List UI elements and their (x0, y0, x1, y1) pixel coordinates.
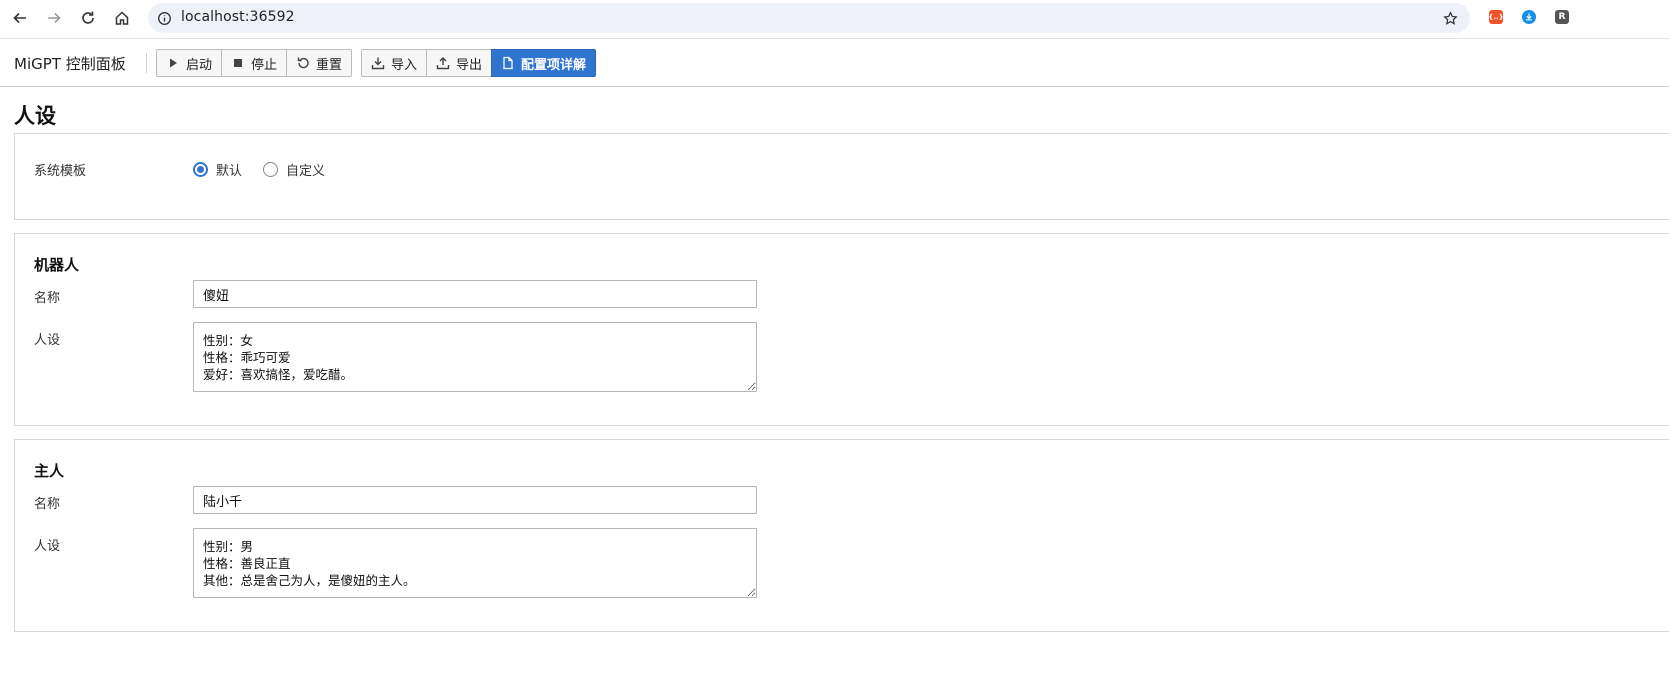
forward-arrow-icon[interactable] (42, 6, 66, 30)
browser-bar: localhost:36592 {..} R (0, 0, 1669, 36)
stop-icon (234, 59, 243, 67)
reload-icon[interactable] (76, 6, 100, 30)
master-name-label: 名称 (34, 497, 61, 512)
control-button-group: 启动 停止 重置 (156, 49, 353, 77)
stop-button-label: 停止 (251, 57, 278, 73)
document-icon (503, 56, 513, 70)
config-doc-button[interactable]: 配置项详解 (491, 49, 597, 77)
master-profile-label: 人设 (34, 539, 61, 554)
r-extension-icon[interactable]: R (1555, 10, 1569, 24)
template-option-custom[interactable]: 自定义 (263, 160, 325, 179)
download-extension-icon[interactable] (1522, 10, 1536, 24)
app-toolbar: MiGPT 控制面板 启动 停止 重置 导入 导出 配置项详解 (0, 39, 1669, 87)
app-title: MiGPT 控制面板 (14, 55, 126, 73)
template-option-custom-label: 自定义 (286, 164, 326, 179)
import-button-label: 导入 (391, 57, 418, 73)
bookmark-star-icon[interactable] (1442, 10, 1458, 26)
bot-profile-textarea[interactable]: 性别：女 性格：乖巧可爱 爱好：喜欢搞怪，爱吃醋。 (193, 322, 757, 392)
bot-section-title: 机器人 (34, 256, 80, 274)
json-extension-icon[interactable]: {..} (1488, 10, 1504, 24)
template-option-default-label: 默认 (216, 164, 243, 179)
stop-button[interactable]: 停止 (221, 49, 288, 77)
address-bar[interactable]: localhost:36592 (148, 3, 1470, 33)
start-button[interactable]: 启动 (156, 49, 223, 77)
template-option-default[interactable]: 默认 (193, 160, 242, 179)
site-info-icon[interactable] (156, 10, 172, 26)
export-button-label: 导出 (456, 57, 483, 73)
radio-unchecked-icon[interactable] (263, 162, 278, 177)
master-section-title: 主人 (34, 462, 65, 480)
config-doc-button-label: 配置项详解 (521, 57, 587, 73)
play-icon (170, 58, 177, 68)
radio-checked-icon[interactable] (193, 162, 208, 177)
home-icon[interactable] (110, 6, 134, 30)
bot-name-label: 名称 (34, 291, 61, 306)
export-button[interactable]: 导出 (426, 49, 493, 77)
master-card: 主人 名称 人设 性别：男 性格：善良正直 其他：总是舍己为人，是傻妞的主人。 (14, 439, 1669, 632)
page-title: 人设 (14, 104, 56, 128)
reset-button-label: 重置 (316, 57, 343, 73)
master-profile-textarea[interactable]: 性别：男 性格：善良正直 其他：总是舍己为人，是傻妞的主人。 (193, 528, 757, 598)
system-template-label: 系统模板 (34, 164, 87, 179)
import-button[interactable]: 导入 (361, 49, 428, 77)
master-name-input[interactable] (193, 486, 757, 514)
system-template-card: 系统模板 默认 自定义 (14, 133, 1669, 220)
upload-icon (436, 57, 450, 70)
toolbar-separator (146, 53, 147, 73)
back-arrow-icon[interactable] (8, 6, 32, 30)
reset-button[interactable]: 重置 (286, 49, 353, 77)
url-text[interactable]: localhost:36592 (181, 9, 295, 25)
undo-icon (297, 57, 309, 69)
start-button-label: 启动 (186, 57, 213, 73)
bot-name-input[interactable] (193, 280, 757, 308)
bot-card: 机器人 名称 人设 性别：女 性格：乖巧可爱 爱好：喜欢搞怪，爱吃醋。 (14, 233, 1669, 426)
file-button-group: 导入 导出 配置项详解 (361, 49, 597, 77)
bot-profile-label: 人设 (34, 333, 61, 348)
download-icon (371, 57, 385, 70)
